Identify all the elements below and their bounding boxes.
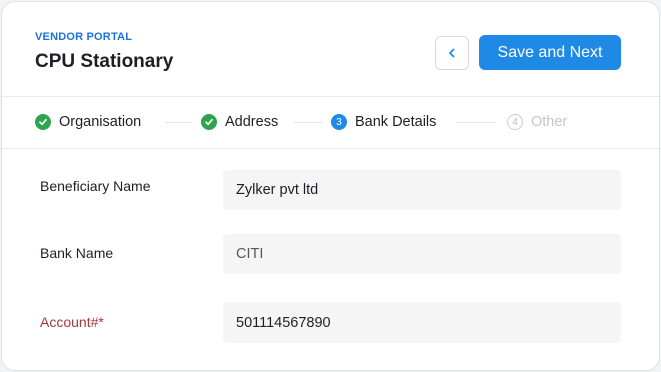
chevron-left-icon xyxy=(449,48,455,58)
vendor-portal-card: VENDOR PORTAL CPU Stationary Save and Ne… xyxy=(1,1,660,371)
check-circle-icon xyxy=(201,114,217,130)
step-label: Other xyxy=(531,114,568,130)
step-label: Address xyxy=(225,114,279,130)
check-circle-icon xyxy=(35,114,51,130)
back-button[interactable] xyxy=(435,36,469,70)
page-header: VENDOR PORTAL CPU Stationary Save and Ne… xyxy=(2,2,659,97)
beneficiary-name-field[interactable]: Zylker pvt ltd xyxy=(223,170,621,210)
step-label: Bank Details xyxy=(355,114,437,130)
step-connector xyxy=(456,122,496,123)
account-number-field[interactable]: 501114567890 xyxy=(223,302,621,343)
step-address[interactable]: Address xyxy=(201,112,278,132)
step-connector xyxy=(165,122,192,123)
step-number-badge: 4 xyxy=(507,114,523,130)
step-label: Organisation xyxy=(59,114,142,130)
step-connector xyxy=(294,122,322,123)
progress-steps: Organisation Address 3 Bank Details 4 Ot… xyxy=(2,97,659,149)
account-number-label: Account#* xyxy=(40,314,104,330)
page-title: CPU Stationary xyxy=(35,51,174,72)
step-organisation[interactable]: Organisation xyxy=(35,112,141,132)
bank-name-label: Bank Name xyxy=(40,245,114,261)
step-other[interactable]: 4 Other xyxy=(507,112,567,132)
bank-name-field[interactable]: CITI xyxy=(223,234,621,274)
beneficiary-name-label: Beneficiary Name xyxy=(40,178,151,194)
portal-label: VENDOR PORTAL xyxy=(35,31,133,43)
step-bank-details[interactable]: 3 Bank Details xyxy=(331,112,436,132)
save-and-next-button[interactable]: Save and Next xyxy=(479,35,621,70)
step-number-badge: 3 xyxy=(331,114,347,130)
